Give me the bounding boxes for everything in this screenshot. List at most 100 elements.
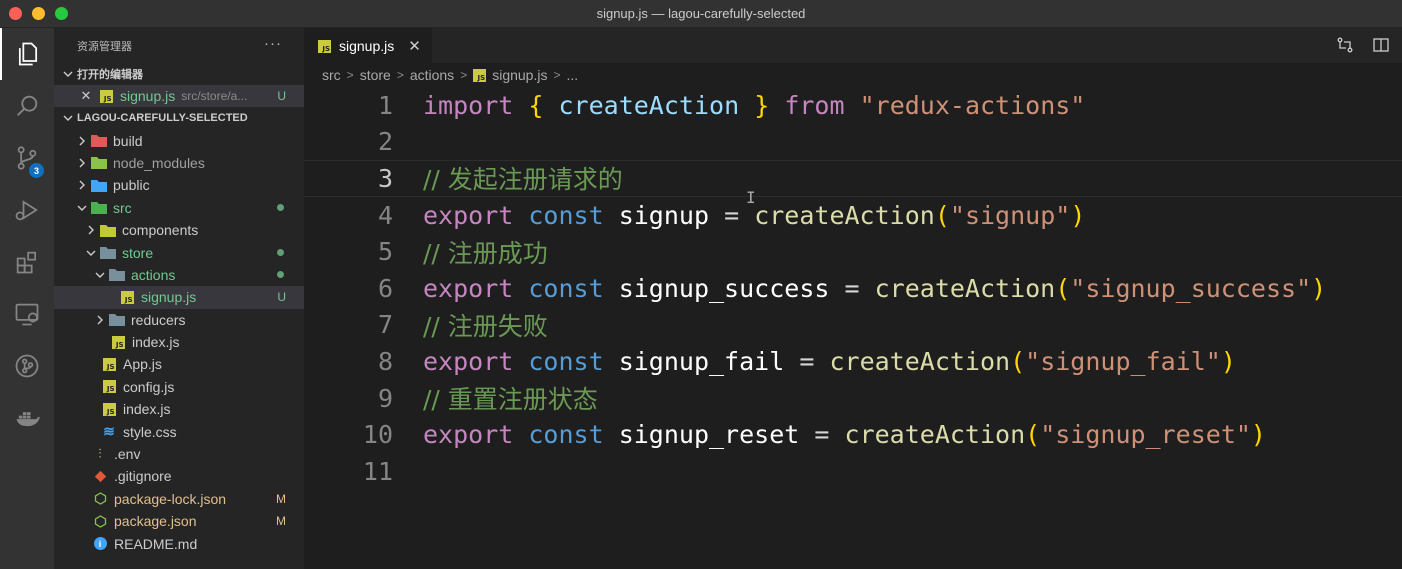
tree-item-readme-md[interactable]: i README.md	[54, 532, 304, 554]
explorer-header: 资源管理器 ···	[54, 28, 304, 63]
tree-item-store[interactable]: store	[54, 241, 304, 263]
explorer-button[interactable]	[0, 28, 54, 80]
function-name: createAction	[874, 273, 1056, 303]
keyword: export	[423, 273, 514, 303]
tab-signup-js[interactable]: JS signup.js ✕	[304, 28, 432, 63]
chevron-right-icon: >	[460, 68, 468, 82]
tree-item-label: node_modules	[113, 154, 205, 171]
tab-close-button[interactable]: ✕	[408, 37, 421, 55]
docker-button[interactable]	[0, 392, 54, 444]
split-editor-icon[interactable]	[1372, 36, 1390, 54]
tree-item-signup-js[interactable]: JS signup.js U	[54, 286, 304, 309]
extensions-button[interactable]	[0, 236, 54, 288]
tree-item-gitignore[interactable]: .gitignore	[54, 465, 304, 487]
paren: )	[1311, 273, 1327, 303]
tree-item-style-css[interactable]: ≋ style.css	[54, 420, 304, 442]
tree-item-env[interactable]: ⫶ .env	[54, 443, 304, 465]
tree-item-node-modules[interactable]: node_modules	[54, 152, 304, 174]
code-content: export const signup_success = createActi…	[423, 274, 1326, 303]
identifier: signup	[618, 200, 710, 230]
breadcrumb-item[interactable]: store	[360, 67, 391, 83]
docker-icon	[16, 412, 40, 427]
line-number: 9	[377, 383, 393, 413]
js-file-icon: JS	[101, 379, 117, 395]
tree-item-label: components	[122, 222, 199, 239]
close-editor-icon[interactable]: ✕	[78, 88, 94, 104]
title-bar: signup.js — lagou-carefully-selected	[0, 0, 1402, 28]
tree-item-package-lock-json[interactable]: package-lock.json M	[54, 488, 304, 510]
comment: // 发起注册请求的	[423, 165, 623, 195]
search-button[interactable]	[0, 80, 54, 132]
tree-item-label: style.css	[123, 423, 177, 440]
breadcrumb-item[interactable]: ...	[566, 67, 578, 83]
status-badge: U	[277, 89, 286, 104]
breadcrumb-item[interactable]: signup.js	[492, 67, 547, 83]
tree-item-index-js[interactable]: JS index.js	[54, 398, 304, 420]
project-section[interactable]: LAGOU-CAREFULLY-SELECTED	[54, 107, 304, 129]
code-line: 1 import { createAction } from "redux-ac…	[304, 87, 1402, 124]
editor-tab-bar: JS signup.js ✕	[304, 28, 1402, 63]
js-file-icon: JS	[101, 401, 117, 417]
run-debug-button[interactable]	[0, 184, 54, 236]
tree-item-reducers[interactable]: reducers	[54, 309, 304, 331]
extensions-icon	[16, 251, 37, 274]
source-control-button[interactable]: 3	[0, 132, 54, 184]
string: "redux-actions"	[859, 90, 1086, 120]
modified-dot	[277, 271, 284, 279]
more-actions-button[interactable]: ···	[264, 35, 282, 52]
tree-item-label: index.js	[123, 401, 171, 418]
identifier: signup_success	[618, 273, 830, 303]
tree-item-app-js[interactable]: JS App.js	[54, 353, 304, 375]
keyword: const	[528, 200, 604, 230]
tab-label: signup.js	[339, 38, 395, 54]
breadcrumb-item[interactable]: actions	[410, 67, 454, 83]
git-graph-button[interactable]	[0, 340, 54, 392]
keyword: export	[423, 200, 514, 230]
code-content: export const signup_reset = createAction…	[423, 420, 1266, 449]
chevron-right-icon	[74, 133, 90, 149]
code-line-current: 3 // 发起注册请求的	[304, 160, 1402, 197]
folder-icon	[91, 155, 107, 171]
tree-item-src[interactable]: src	[54, 197, 304, 219]
code-editor[interactable]: 1 import { createAction } from "redux-ac…	[304, 87, 1402, 569]
string: "signup_reset"	[1040, 420, 1251, 450]
line-number: 3	[377, 163, 393, 193]
explorer-sidebar: 资源管理器 ··· 打开的编辑器 ✕ JS signup.js src/stor…	[54, 28, 304, 569]
js-file-icon: JS	[110, 334, 126, 350]
open-editor-item[interactable]: ✕ JS signup.js src/store/a... U	[54, 85, 304, 108]
open-editors-section[interactable]: 打开的编辑器	[54, 63, 304, 85]
tree-item-label: store	[122, 244, 154, 261]
chevron-right-icon: >	[553, 68, 561, 82]
js-file-icon: JS	[318, 39, 331, 53]
tree-item-actions[interactable]: actions	[54, 264, 304, 286]
code-line: 6 export const signup_success = createAc…	[304, 270, 1402, 307]
folder-icon	[100, 222, 116, 238]
tree-item-components[interactable]: components	[54, 219, 304, 241]
tree-item-store-index-js[interactable]: JS index.js	[54, 331, 304, 353]
project-label: LAGOU-CAREFULLY-SELECTED	[77, 112, 248, 125]
tree-item-config-js[interactable]: JS config.js	[54, 376, 304, 398]
tree-item-build[interactable]: build	[54, 129, 304, 151]
paren: )	[1070, 200, 1086, 230]
tree-item-label: signup.js	[141, 289, 197, 306]
remote-explorer-icon	[15, 303, 39, 326]
source-control-badge: 3	[29, 163, 44, 178]
operator: =	[844, 273, 860, 303]
status-badge: M	[276, 514, 286, 529]
tree-item-public[interactable]: public	[54, 174, 304, 196]
code-line: 10 export const signup_reset = createAct…	[304, 416, 1402, 453]
code-line: 4 export const signup = createAction("si…	[304, 197, 1402, 234]
keyword: const	[528, 273, 604, 303]
tree-item-label: reducers	[131, 311, 186, 328]
paren: )	[1220, 346, 1236, 376]
operator: =	[724, 200, 740, 230]
compare-changes-icon[interactable]	[1336, 36, 1354, 54]
remote-explorer-button[interactable]	[0, 288, 54, 340]
line-number: 4	[377, 200, 393, 230]
tree-item-package-json[interactable]: package.json M	[54, 510, 304, 532]
chevron-right-icon	[74, 177, 90, 193]
line-number: 1	[377, 90, 393, 120]
settings-file-icon: ⫶	[98, 446, 102, 462]
breadcrumb-item[interactable]: src	[322, 67, 341, 83]
chevron-down-icon	[60, 110, 76, 126]
